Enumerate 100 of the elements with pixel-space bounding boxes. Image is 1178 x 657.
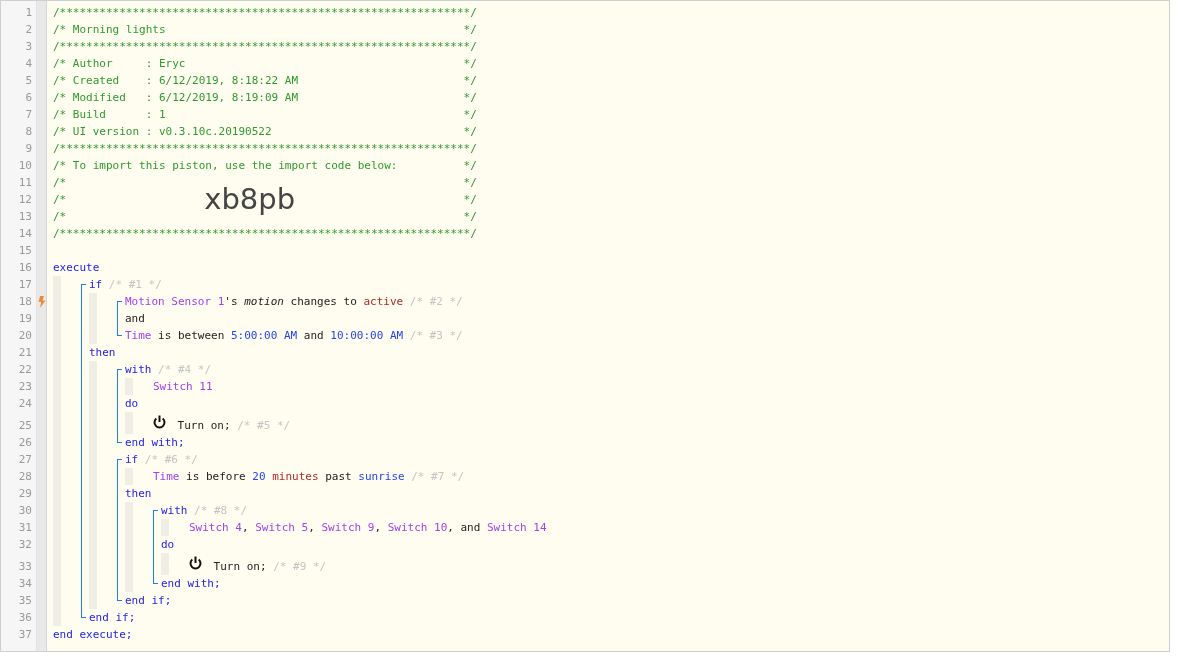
device-name: Switch 5 — [255, 520, 309, 536]
comment-text: */ — [463, 192, 477, 208]
line-number: 13 — [18, 209, 32, 225]
value-text: sunrise — [358, 469, 405, 485]
line-number: 16 — [18, 260, 32, 276]
code-text: Turn on; — [213, 559, 267, 575]
line-number: 5 — [25, 73, 32, 89]
code-text: and — [460, 520, 481, 536]
line-number: 37 — [18, 627, 32, 643]
line-number: 24 — [18, 396, 32, 412]
comment-text: /* #5 */ — [237, 418, 291, 434]
device-name: Switch 10 — [387, 520, 448, 536]
comment-text: */ — [463, 73, 477, 89]
power-icon — [153, 415, 166, 429]
line-number: 29 — [18, 486, 32, 502]
device-name: Switch 9 — [321, 520, 375, 536]
line-number: 30 — [18, 503, 32, 519]
comment-text: */ — [463, 90, 477, 106]
code-text: 's — [224, 294, 238, 310]
line-number: 23 — [18, 379, 32, 395]
line-number: 32 — [18, 537, 32, 553]
comment-text: /* Created : 6/12/2019, 8:18:22 AM — [53, 73, 299, 89]
value-text: 10:00:00 AM — [330, 328, 404, 344]
line-number: 1 — [25, 5, 32, 21]
keyword: with — [161, 503, 188, 519]
line-number: 26 — [18, 435, 32, 451]
comment-text: /* #3 */ — [409, 328, 463, 344]
line-number: 11 — [18, 175, 32, 191]
comment-text: /* #6 */ — [144, 452, 198, 468]
line-number: 8 — [25, 124, 32, 140]
line-number: 22 — [18, 362, 32, 378]
line-number: 4 — [25, 56, 32, 72]
comment-text: /**************************************************************/ — [53, 39, 477, 55]
line-number: 3 — [25, 39, 32, 55]
device-name: Switch 14 — [487, 520, 547, 536]
comment-text: /**************************************************************/ — [53, 141, 477, 157]
comment-text: /* #4 */ — [158, 362, 212, 378]
value-text: 20 — [252, 469, 266, 485]
code-text: is between — [158, 328, 225, 344]
comment-text: /* Morning lights — [53, 22, 166, 38]
code-text: Turn on; — [177, 418, 231, 434]
literal-text: minutes — [272, 469, 319, 485]
code-text: and — [125, 311, 145, 327]
code-text: , — [447, 520, 454, 536]
line-number: 18 — [18, 294, 32, 310]
line-number: 25 — [18, 418, 32, 434]
line-number: 14 — [18, 226, 32, 242]
line-number: 27 — [18, 452, 32, 468]
keyword: end if; — [125, 593, 172, 609]
keyword: if — [89, 277, 103, 293]
code-text: past — [325, 469, 352, 485]
comment-text: /* #1 */ — [108, 277, 162, 293]
line-number: 28 — [18, 469, 32, 485]
code-text: changes to — [290, 294, 357, 310]
line-number: 12 — [18, 192, 32, 208]
comment-text: /* To import this piston, use the import code below: — [53, 158, 398, 174]
line-number: 2 — [25, 22, 32, 38]
device-name: Time — [125, 328, 152, 344]
code-text: and — [303, 328, 324, 344]
keyword: if — [125, 452, 139, 468]
comment-text: */ — [463, 22, 477, 38]
keyword: do — [125, 396, 139, 412]
line-number: 33 — [18, 559, 32, 575]
comment-text: /* #9 */ — [273, 559, 327, 575]
comment-text: /* — [53, 209, 67, 225]
keyword: with — [125, 362, 152, 378]
comment-text: /**************************************************************/ — [53, 226, 477, 242]
comment-text: /* #2 */ — [409, 294, 463, 310]
power-icon — [189, 556, 202, 570]
keyword: then — [125, 486, 152, 502]
comment-text: /* Modified : 6/12/2019, 8:19:09 AM — [53, 90, 299, 106]
comment-text: /* — [53, 192, 67, 208]
keyword: then — [89, 345, 116, 361]
line-number: 21 — [18, 345, 32, 361]
comment-text: */ — [463, 158, 477, 174]
comment-text: /**************************************************************/ — [53, 5, 477, 21]
comment-text: */ — [463, 175, 477, 191]
value-text: 5:00:00 AM — [230, 328, 298, 344]
line-number: 9 — [25, 141, 32, 157]
keyword: end execute; — [53, 627, 133, 643]
keyword: do — [161, 537, 175, 553]
line-number: 36 — [18, 610, 32, 626]
code-text: is before — [186, 469, 246, 485]
comment-text: /* — [53, 175, 67, 191]
comment-text: */ — [463, 124, 477, 140]
device-name: Time — [153, 469, 180, 485]
line-number: 20 — [18, 328, 32, 344]
comment-text: /* #8 */ — [194, 503, 248, 519]
line-number: 35 — [18, 593, 32, 609]
comment-text: /* Author : Eryc — [53, 56, 186, 72]
line-number: 19 — [18, 311, 32, 327]
comment-text: /* #7 */ — [411, 469, 465, 485]
line-number: 34 — [18, 576, 32, 592]
line-number: 15 — [18, 243, 32, 259]
keyword: end if; — [89, 610, 136, 626]
comment-text: */ — [463, 56, 477, 72]
keyword: execute — [53, 260, 100, 276]
line-number: 31 — [18, 520, 32, 536]
comment-text: */ — [463, 107, 477, 123]
code-text: , — [374, 520, 382, 536]
